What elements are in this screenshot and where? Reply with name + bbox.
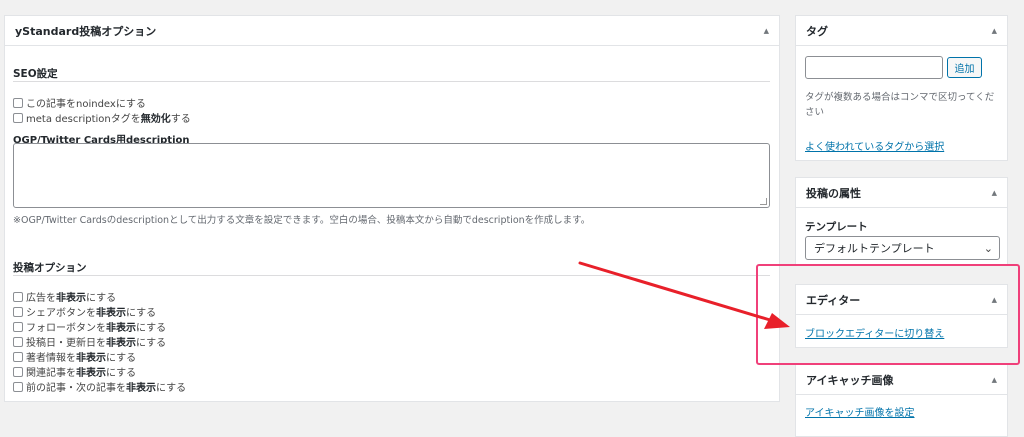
meta-desc-label-bold: 無効化 xyxy=(140,114,171,125)
hide-author-bold: 非表示 xyxy=(76,353,106,364)
hide-dates-prefix: 投稿日・更新日を xyxy=(26,338,106,349)
hide-related-option[interactable]: 関連記事を 非表示 にする xyxy=(13,364,136,379)
hide-share-option[interactable]: シェアボタンを 非表示 にする xyxy=(13,304,156,319)
tag-input[interactable] xyxy=(805,56,943,79)
collapse-icon[interactable]: ▲ xyxy=(992,376,997,384)
hide-prevnext-option[interactable]: 前の記事・次の記事を 非表示 にする xyxy=(13,379,186,394)
hide-prevnext-prefix: 前の記事・次の記事を xyxy=(26,383,126,394)
hide-follow-bold: 非表示 xyxy=(106,323,136,334)
meta-desc-option[interactable]: meta descriptionタグを 無効化 する xyxy=(13,110,191,125)
meta-desc-checkbox[interactable] xyxy=(13,112,23,123)
meta-desc-label-prefix: meta descriptionタグを xyxy=(26,114,141,125)
hide-prevnext-checkbox[interactable] xyxy=(13,381,23,392)
template-select[interactable]: デフォルトテンプレート ⌄ xyxy=(805,236,1000,260)
hide-dates-suffix: にする xyxy=(136,338,167,349)
chevron-down-icon: ⌄ xyxy=(983,241,993,255)
hide-author-checkbox[interactable] xyxy=(13,351,23,362)
hide-author-option[interactable]: 著者情報を 非表示 にする xyxy=(13,349,136,364)
hide-ads-bold: 非表示 xyxy=(56,293,86,304)
seo-heading: SEO設定 xyxy=(13,68,58,80)
seo-divider xyxy=(13,81,770,82)
highlight-box xyxy=(756,264,1020,365)
collapse-icon[interactable]: ▲ xyxy=(992,189,997,197)
hide-related-bold: 非表示 xyxy=(76,368,106,379)
resize-handle-icon[interactable] xyxy=(760,198,767,205)
eyecatch-box: アイキャッチ画像 ▲ xyxy=(795,364,1008,437)
noindex-label: この記事をnoindexにする xyxy=(26,99,146,110)
hide-ads-suffix: にする xyxy=(86,293,117,304)
noindex-checkbox[interactable] xyxy=(13,97,23,108)
template-select-value: デフォルトテンプレート xyxy=(814,242,935,255)
hide-share-prefix: シェアボタンを xyxy=(26,308,96,319)
hide-dates-bold: 非表示 xyxy=(106,338,136,349)
post-options-heading: 投稿オプション xyxy=(13,262,87,274)
post-options-divider xyxy=(13,275,770,276)
hide-share-suffix: にする xyxy=(126,308,157,319)
hide-follow-prefix: フォローボタンを xyxy=(26,323,106,334)
template-label: テンプレート xyxy=(805,221,868,233)
ogp-description-textarea[interactable] xyxy=(13,143,770,208)
hide-dates-option[interactable]: 投稿日・更新日を 非表示 にする xyxy=(13,334,166,349)
hide-share-bold: 非表示 xyxy=(96,308,126,319)
hide-follow-suffix: にする xyxy=(136,323,167,334)
eyecatch-header[interactable]: アイキャッチ画像 ▲ xyxy=(796,365,1007,395)
hide-author-prefix: 著者情報を xyxy=(26,353,76,364)
post-attributes-header[interactable]: 投稿の属性 ▲ xyxy=(796,178,1007,208)
hide-prevnext-suffix: にする xyxy=(156,383,187,394)
ystandard-options-header[interactable]: yStandard投稿オプション ▲ xyxy=(5,16,779,46)
popular-tags-link[interactable]: よく使われているタグから選択 xyxy=(805,138,944,153)
hide-ads-prefix: 広告を xyxy=(26,293,56,304)
hide-follow-option[interactable]: フォローボタンを 非表示 にする xyxy=(13,319,166,334)
meta-desc-label-suffix: する xyxy=(170,114,191,125)
hide-follow-checkbox[interactable] xyxy=(13,321,23,332)
hide-prevnext-bold: 非表示 xyxy=(126,383,156,394)
hide-ads-checkbox[interactable] xyxy=(13,291,23,302)
hide-ads-option[interactable]: 広告を 非表示 にする xyxy=(13,289,116,304)
hide-related-suffix: にする xyxy=(106,368,137,379)
hide-related-checkbox[interactable] xyxy=(13,366,23,377)
hide-share-checkbox[interactable] xyxy=(13,306,23,317)
tags-title: タグ xyxy=(806,24,828,38)
add-tag-button[interactable]: 追加 xyxy=(947,57,982,78)
tags-header[interactable]: タグ ▲ xyxy=(796,16,1007,46)
ystandard-options-title: yStandard投稿オプション xyxy=(15,24,157,38)
collapse-icon[interactable]: ▲ xyxy=(992,27,997,35)
set-eyecatch-link[interactable]: アイキャッチ画像を設定 xyxy=(805,404,915,419)
noindex-option[interactable]: この記事をnoindexにする xyxy=(13,95,146,110)
eyecatch-title: アイキャッチ画像 xyxy=(806,373,894,387)
post-attributes-title: 投稿の属性 xyxy=(806,186,861,200)
tags-help-text: タグが複数ある場合はコンマで区切ってください xyxy=(805,92,995,118)
hide-author-suffix: にする xyxy=(106,353,137,364)
hide-related-prefix: 関連記事を xyxy=(26,368,76,379)
collapse-icon[interactable]: ▲ xyxy=(764,27,769,35)
hide-dates-checkbox[interactable] xyxy=(13,336,23,347)
ogp-help-text: ※OGP/Twitter Cardsのdescriptionとして出力する文章を… xyxy=(13,215,591,226)
